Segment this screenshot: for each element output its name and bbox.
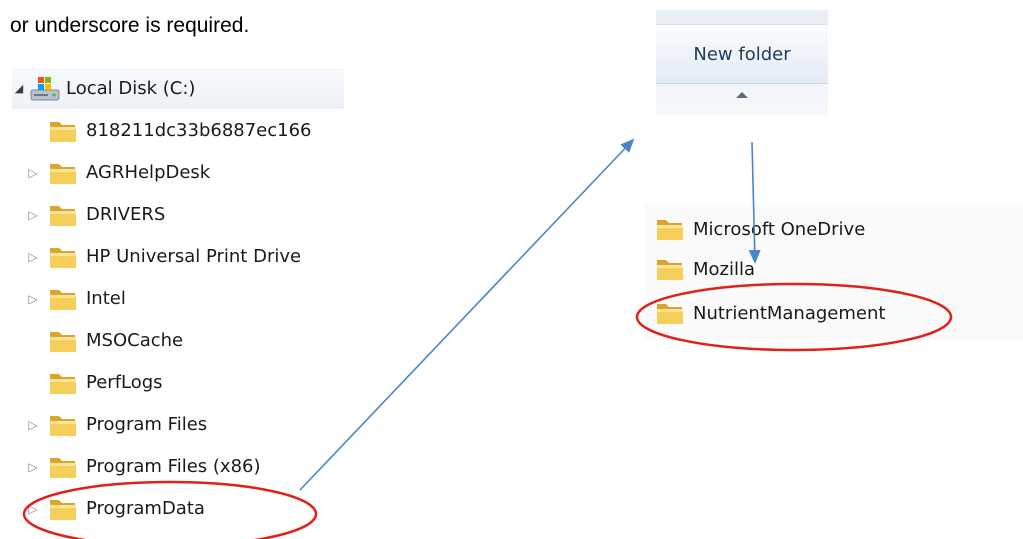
tree-item-label: MSOCache <box>86 330 184 351</box>
expand-arrow-icon[interactable]: ▷ <box>26 208 40 222</box>
tree-item[interactable]: ▷ Program Files <box>12 404 344 445</box>
expand-arrow-icon[interactable]: ▷ <box>26 166 40 180</box>
folder-icon <box>48 328 78 354</box>
drive-icon <box>30 75 60 103</box>
caret-up-icon <box>736 92 748 98</box>
tree-item-programdata[interactable]: ▷ ProgramData <box>12 488 344 529</box>
folder-icon <box>48 244 78 270</box>
tree-item[interactable]: ▷ AGRHelpDesk <box>12 152 344 193</box>
tree-item-label: Program Files <box>86 414 208 435</box>
list-item-label: Microsoft OneDrive <box>693 218 866 240</box>
tree-item[interactable]: 818211dc33b6887ec166 <box>12 110 344 151</box>
tree-item-label: AGRHelpDesk <box>86 162 211 183</box>
folder-icon <box>48 202 78 228</box>
new-folder-button[interactable]: New folder <box>656 24 828 84</box>
annotation-arrow-to-new-folder <box>299 138 635 491</box>
folder-icon <box>48 160 78 186</box>
tree-item-label: Program Files (x86) <box>86 456 261 477</box>
instruction-text: or underscore is required. <box>10 14 250 37</box>
folder-icon <box>655 256 685 282</box>
folder-icon <box>48 118 78 144</box>
tree-item-label: HP Universal Print Drive <box>86 246 302 267</box>
tree-item[interactable]: ▷ Intel <box>12 278 344 319</box>
tree-item-label: Intel <box>86 288 126 309</box>
list-item-label: NutrientManagement <box>693 302 886 324</box>
list-item[interactable]: Mozilla <box>655 249 755 289</box>
expand-arrow-icon[interactable]: ▷ <box>26 460 40 474</box>
tree-item[interactable]: MSOCache <box>12 320 344 361</box>
list-item-label: Mozilla <box>693 258 756 280</box>
expand-arrow-icon[interactable]: ▷ <box>26 502 40 516</box>
folder-list-snippet: Microsoft OneDrive Mozilla NutrientManag… <box>645 205 1023 340</box>
tree-item[interactable]: ▷ Program Files (x86) <box>12 446 344 487</box>
tree-item-local-disk[interactable]: ◢ Local Disk (C:) <box>12 68 344 109</box>
tree-item-label: ProgramData <box>86 498 205 519</box>
tree-item-label: 818211dc33b6887ec166 <box>86 120 312 141</box>
folder-icon <box>48 496 78 522</box>
navigation-tree: ◢ Local Disk (C:) 818211dc33b6887ec166 ▷… <box>12 62 344 539</box>
expand-arrow-icon[interactable]: ▷ <box>26 418 40 432</box>
expand-arrow-icon[interactable]: ▷ <box>26 292 40 306</box>
expanded-arrow-icon[interactable]: ◢ <box>12 82 26 96</box>
folder-icon <box>48 286 78 312</box>
folder-icon <box>655 300 685 326</box>
toolbar-snippet: New folder <box>656 10 828 115</box>
list-item[interactable]: Microsoft OneDrive <box>655 209 865 249</box>
folder-icon <box>48 412 78 438</box>
folder-icon <box>655 216 685 242</box>
tree-item-label: PerfLogs <box>86 372 163 393</box>
tree-item-label: DRIVERS <box>86 204 166 225</box>
folder-icon <box>48 454 78 480</box>
expand-arrow-icon[interactable]: ▷ <box>26 250 40 264</box>
tree-item[interactable]: ▷ HP Universal Print Drive <box>12 236 344 277</box>
tree-item[interactable]: ▷ DRIVERS <box>12 194 344 235</box>
tree-item-label: Local Disk (C:) <box>66 78 196 99</box>
tree-item[interactable]: PerfLogs <box>12 362 344 403</box>
list-item-nutrientmanagement[interactable]: NutrientManagement <box>655 293 885 333</box>
folder-icon <box>48 370 78 396</box>
